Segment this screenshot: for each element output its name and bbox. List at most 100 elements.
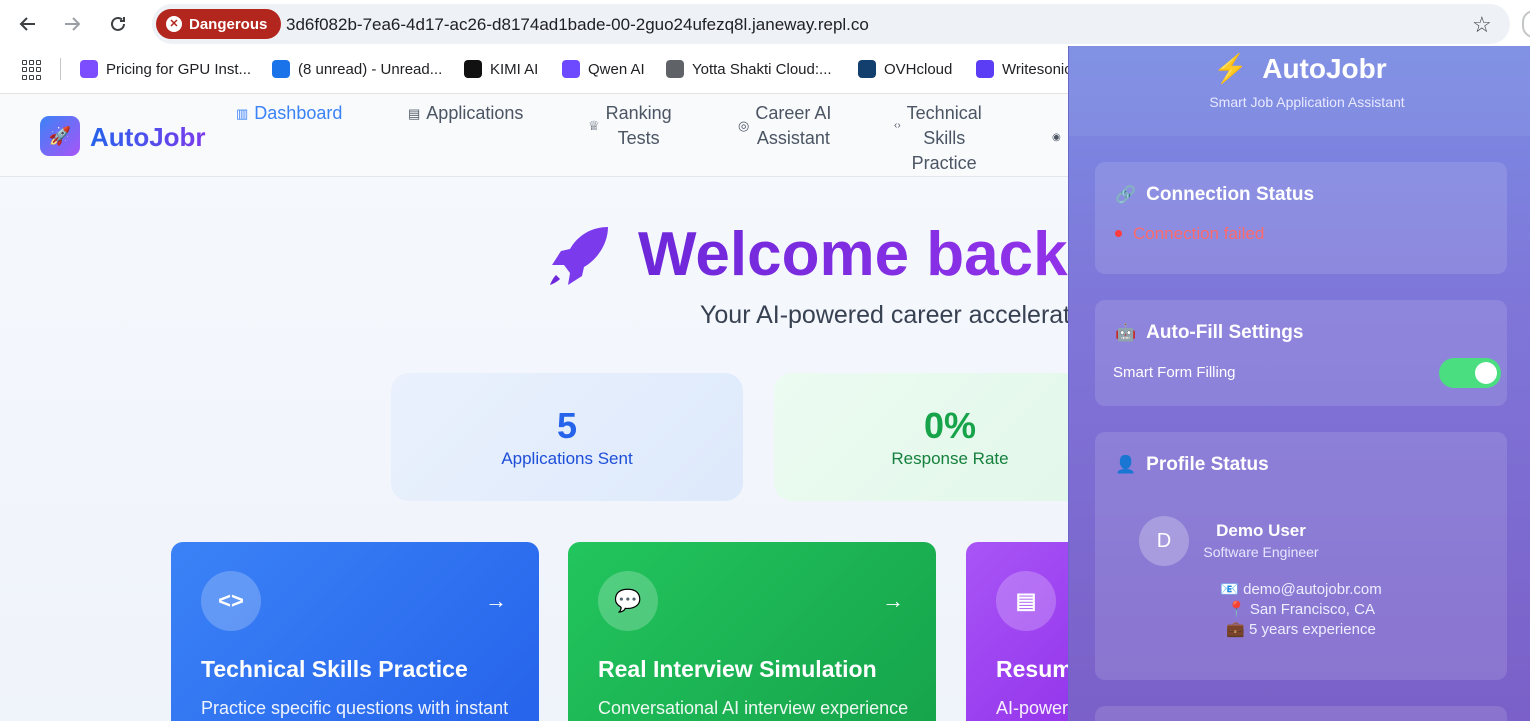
kimi-icon (464, 60, 482, 78)
rocket-icon (550, 226, 608, 285)
bookmark-label: Writesonic (1002, 60, 1072, 78)
extension-title: ⚡ AutoJobr (1069, 52, 1530, 85)
ovh-icon (858, 60, 876, 78)
section-title: 🔗 Connection Status (1115, 184, 1314, 206)
nav-label: Applications (426, 103, 524, 123)
bookmark-item[interactable]: Pricing for GPU Inst... (80, 60, 251, 78)
writesonic-icon (976, 60, 994, 78)
connection-status-text: Connection failed (1133, 224, 1265, 243)
forward-arrow-icon (65, 17, 81, 31)
back-arrow-icon (19, 17, 35, 31)
box-icon (80, 60, 98, 78)
security-chip[interactable]: ✕ Dangerous (156, 9, 282, 39)
nav-ranking-tests[interactable]: ♕ Ranking Tests (588, 101, 672, 151)
file-icon: ▤ (996, 571, 1056, 631)
card-description: AI-power (996, 698, 1069, 718)
mail-icon (272, 60, 290, 78)
robot-icon: 🤖 (1115, 323, 1137, 342)
back-button[interactable] (14, 10, 42, 38)
stat-response-rate[interactable]: 0% Response Rate (774, 373, 1070, 501)
nav-label: Technical Skills Practice (906, 103, 982, 173)
globe-icon (666, 60, 684, 78)
extension-popup: ⚡ AutoJobr Smart Job Application Assistan… (1068, 46, 1530, 721)
profile-experience-line: 💼 5 years experience (1095, 620, 1507, 638)
status-dot-icon (1115, 230, 1122, 237)
bookmark-item[interactable]: Writesonic (976, 60, 1072, 78)
reload-button[interactable] (104, 10, 132, 38)
browser-toolbar: ✕ Dangerous 3d6f082b-7ea6-4d17-ac26-d817… (0, 0, 1530, 48)
card-description: Conversational AI interview experience (598, 698, 909, 718)
stat-label: Applications Sent (501, 449, 633, 468)
danger-icon: ✕ (166, 16, 182, 32)
nav-more[interactable]: ◉ (1052, 125, 1061, 150)
bookmark-label: (8 unread) - Unread... (298, 60, 443, 78)
bookmark-item[interactable]: Qwen AI (562, 60, 645, 78)
extension-title-text: AutoJobr (1262, 53, 1387, 84)
card-interview-simulation[interactable]: 💬 → Real Interview Simulation Conversati… (568, 542, 936, 721)
nav-dashboard[interactable]: ▥ Dashboard (236, 101, 342, 126)
reload-icon (111, 16, 125, 31)
smart-form-filling-label: Smart Form Filling (1113, 364, 1236, 381)
email-icon: 📧 (1220, 581, 1244, 598)
bookmark-star-icon[interactable]: ☆ (1472, 12, 1492, 38)
profile-avatar: D (1139, 516, 1189, 566)
apps-grid-icon[interactable] (22, 60, 42, 80)
section-title-text: Connection Status (1146, 184, 1315, 205)
bookmark-label: OVHcloud (884, 60, 953, 78)
welcome-subtitle: Your AI-powered career accelerati (700, 301, 1070, 329)
bookmarks-separator (60, 58, 61, 80)
card-technical-skills[interactable]: <> → Technical Skills Practice Practice … (171, 542, 539, 721)
profile-avatar[interactable] (1522, 10, 1530, 38)
card-title: Technical Skills Practice (201, 656, 468, 682)
smart-form-filling-toggle[interactable] (1439, 358, 1501, 388)
brain-icon: ◎ (738, 118, 750, 133)
pin-icon: 📍 (1227, 601, 1250, 618)
forward-button[interactable] (58, 10, 86, 38)
dashboard-main: Welcome back, Your AI-powered career acc… (0, 177, 1070, 721)
security-chip-label: Dangerous (189, 15, 268, 33)
profile-status-section: 👤 Profile Status D Demo User Software En… (1095, 432, 1507, 680)
autofill-settings-section: 🤖 Auto-Fill Settings Smart Form Filling (1095, 300, 1507, 406)
profile-name: Demo User (1216, 521, 1306, 540)
card-resume[interactable]: ▤ Resume AI-power (966, 542, 1070, 721)
bookmark-item[interactable]: KIMI AI (464, 60, 538, 78)
lightning-icon: ⚡ (1213, 53, 1249, 84)
extension-header: ⚡ AutoJobr Smart Job Application Assistan… (1069, 46, 1530, 136)
chart-icon: ▥ (236, 106, 249, 121)
connection-status-section: 🔗 Connection Status Connection failed (1095, 162, 1507, 274)
arrow-right-icon: → (882, 588, 904, 613)
arrow-right-icon: → (485, 588, 507, 613)
profile-location: San Francisco, CA (1249, 601, 1375, 618)
code-icon: <> (201, 571, 261, 631)
stat-value: 5 (556, 405, 578, 446)
rocket-logo-icon[interactable]: 🚀 (40, 116, 80, 156)
nav-applications[interactable]: ▤ Applications (408, 101, 523, 126)
stat-applications-sent[interactable]: 5 Applications Sent (391, 373, 743, 501)
extension-subtitle: Smart Job Application Assistant (1209, 94, 1405, 110)
nav-label: Career AI Assistant (755, 103, 832, 148)
next-section (1095, 706, 1507, 721)
link-icon: 🔗 (1115, 185, 1137, 204)
nav-technical-skills[interactable]: ‹› Technical Skills Practice (894, 101, 982, 176)
address-bar[interactable]: ✕ Dangerous 3d6f082b-7ea6-4d17-ac26-d817… (152, 4, 1510, 44)
profile-email: demo@autojobr.com (1243, 581, 1382, 598)
stat-value: 0% (923, 405, 977, 446)
bookmark-item[interactable]: (8 unread) - Unread... (272, 60, 442, 78)
trophy-icon: ♕ (588, 118, 600, 133)
bookmark-label: KIMI AI (490, 60, 539, 78)
app-logo-text[interactable]: AutoJobr (90, 122, 206, 153)
card-title: Real Interview Simulation (598, 656, 877, 682)
briefcase-icon: 💼 (1226, 621, 1250, 638)
bookmark-item[interactable]: OVHcloud (858, 60, 952, 78)
bookmark-item[interactable]: Yotta Shakti Cloud:... (666, 60, 832, 78)
section-title: 👤 Profile Status (1115, 454, 1269, 476)
app-header: 🚀 AutoJobr ▥ Dashboard ▤ Applications ♕ … (0, 95, 1070, 177)
user-icon: 👤 (1115, 455, 1137, 474)
profile-experience: 5 years experience (1249, 621, 1376, 638)
profile-role: Software Engineer (1203, 544, 1319, 560)
url-text[interactable]: 3d6f082b-7ea6-4d17-ac26-d8174ad1bade-00-… (286, 15, 869, 35)
document-icon: ▤ (408, 106, 421, 121)
info-icon: ◉ (1052, 132, 1061, 143)
section-title-text: Profile Status (1146, 454, 1269, 475)
nav-career-ai[interactable]: ◎ Career AI Assistant (738, 101, 831, 151)
